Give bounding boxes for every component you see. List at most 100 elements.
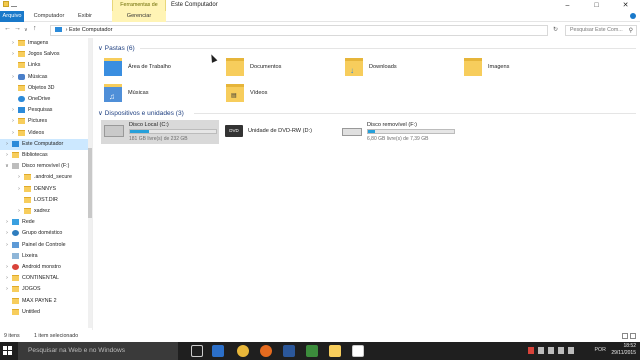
app-icon[interactable]: [306, 345, 318, 357]
nav-item[interactable]: › xadrez: [0, 206, 92, 217]
nav-item[interactable]: › Músicas: [0, 72, 92, 83]
edge-icon[interactable]: [212, 345, 224, 357]
expand-chevron-icon[interactable]: ›: [10, 49, 16, 60]
expand-chevron-icon[interactable]: ›: [10, 105, 16, 116]
expand-chevron-icon[interactable]: ›: [4, 284, 10, 295]
tray-app-icon[interactable]: [528, 347, 534, 354]
expand-chevron-icon[interactable]: ›: [16, 206, 22, 217]
nav-item[interactable]: › Jogos Salvos: [0, 49, 92, 60]
folder-icon[interactable]: [3, 1, 9, 7]
documents-folder-icon: [226, 58, 244, 76]
expand-chevron-icon[interactable]: ›: [10, 128, 16, 139]
forward-icon[interactable]: →: [14, 25, 21, 32]
folder-tile-desktop[interactable]: Área de Trabalho: [104, 56, 214, 82]
folder-tile-videos[interactable]: ▤ Vídeos: [226, 82, 336, 108]
nav-item[interactable]: › Bibliotecas: [0, 150, 92, 161]
expand-chevron-icon[interactable]: ›: [10, 38, 16, 49]
file-explorer-icon[interactable]: [329, 345, 341, 357]
expand-chevron-icon[interactable]: ›: [10, 116, 16, 127]
tab-file[interactable]: Arquivo: [0, 11, 24, 22]
navigation-scrollbar[interactable]: [88, 38, 92, 328]
tab-view[interactable]: Exibir: [74, 11, 96, 22]
expand-chevron-icon[interactable]: ›: [4, 139, 10, 150]
minimize-icon[interactable]: –: [553, 0, 582, 11]
details-view-icon[interactable]: [622, 333, 628, 339]
folder-icon: [24, 208, 31, 214]
folder-tile-music[interactable]: ♫ Músicas: [104, 82, 214, 108]
nav-item[interactable]: Links: [0, 60, 92, 71]
volume-icon[interactable]: [558, 347, 564, 354]
divider: [194, 113, 636, 114]
nav-item[interactable]: › Videos: [0, 128, 92, 139]
folder-label: Área de Trabalho: [128, 64, 171, 70]
expand-chevron-icon[interactable]: ›: [4, 228, 10, 239]
up-icon[interactable]: ↑: [33, 25, 37, 32]
app-icon[interactable]: [352, 345, 364, 357]
nav-item[interactable]: › CONTINENTAL: [0, 273, 92, 284]
windows-start-icon[interactable]: [3, 346, 13, 356]
expand-chevron-icon[interactable]: ›: [16, 172, 22, 183]
nav-item[interactable]: › Pesquisas: [0, 105, 92, 116]
address-bar[interactable]: › Este Computador: [50, 25, 548, 36]
help-icon[interactable]: [630, 13, 636, 19]
task-view-icon[interactable]: [191, 345, 203, 357]
tab-manage[interactable]: Gerenciar: [112, 11, 166, 22]
nav-item[interactable]: › Pictures: [0, 116, 92, 127]
nav-item[interactable]: ∨ Disco removível (F:): [0, 161, 92, 172]
nav-item[interactable]: › Rede: [0, 217, 92, 228]
nav-item[interactable]: Objetos 3D: [0, 83, 92, 94]
scrollbar-thumb[interactable]: [88, 148, 92, 218]
drive-usage-bar: [129, 129, 217, 134]
expand-chevron-icon[interactable]: ›: [4, 273, 10, 284]
folder-tile-downloads[interactable]: ↓ Downloads: [345, 56, 455, 82]
folder-tile-documents[interactable]: Documentos: [226, 56, 336, 82]
expand-chevron-icon[interactable]: ›: [4, 240, 10, 251]
large-icons-view-icon[interactable]: [630, 333, 636, 339]
expand-chevron-icon[interactable]: ›: [4, 262, 10, 273]
nav-item-label: Rede: [22, 219, 35, 226]
recent-locations-icon[interactable]: ∨: [24, 27, 28, 33]
expand-chevron-icon[interactable]: ›: [4, 217, 10, 228]
nav-item[interactable]: › Painel de Controle: [0, 240, 92, 251]
nav-item[interactable]: OneDrive: [0, 94, 92, 105]
nav-item[interactable]: Lixeira: [0, 251, 92, 262]
battery-icon[interactable]: [538, 347, 544, 354]
nav-item[interactable]: MAX PAYNE 2: [0, 296, 92, 307]
network-icon[interactable]: [548, 347, 554, 354]
notifications-icon[interactable]: [568, 347, 574, 354]
clock[interactable]: 18:52 29/11/2015: [611, 343, 636, 357]
back-icon[interactable]: ←: [4, 25, 11, 32]
folders-group-title[interactable]: ∨ Pastas (6): [98, 44, 135, 52]
expand-chevron-icon[interactable]: ›: [16, 184, 22, 195]
refresh-icon[interactable]: ↻: [553, 26, 558, 33]
nav-item[interactable]: › Grupo doméstico: [0, 228, 92, 239]
folder-tile-pictures[interactable]: Imagens: [464, 56, 574, 82]
expand-chevron-icon[interactable]: ›: [4, 150, 10, 161]
nav-item[interactable]: › Android monstro: [0, 262, 92, 273]
search-input[interactable]: Pesquisar Este Com... ⚲: [565, 25, 637, 36]
customize-toolbar-icon[interactable]: [11, 1, 17, 7]
tab-computer[interactable]: Computador: [30, 11, 68, 22]
nav-item[interactable]: LOST.DIR: [0, 195, 92, 206]
nav-item[interactable]: › Este Computador: [0, 138, 92, 150]
nav-item[interactable]: › JOGOS: [0, 284, 92, 295]
maximize-icon[interactable]: □: [582, 0, 611, 11]
nav-item[interactable]: › DENNYS: [0, 184, 92, 195]
close-icon[interactable]: ✕: [611, 0, 640, 11]
language-indicator[interactable]: POR: [595, 347, 606, 353]
expand-chevron-icon[interactable]: ∨: [4, 161, 10, 172]
nav-item[interactable]: Untitled: [0, 307, 92, 318]
drive-tile-f[interactable]: Disco removível (F:) 6,80 GB livre(s) de…: [339, 120, 457, 144]
chrome-icon[interactable]: [237, 345, 249, 357]
firefox-icon[interactable]: [260, 345, 272, 357]
nav-item[interactable]: › Imagens: [0, 38, 92, 49]
drive-tile-c[interactable]: Disco Local (C:) 181 GB livre(s) de 232 …: [101, 120, 219, 144]
drive-tile-d[interactable]: DVD Unidade de DVD-RW (D:): [222, 120, 340, 144]
selection-count: 1 item selecionado: [34, 333, 79, 339]
nav-item-label: Imagens: [28, 40, 49, 46]
drives-group-title[interactable]: ∨ Dispositivos e unidades (3): [98, 109, 184, 117]
nav-item[interactable]: › .android_secure: [0, 172, 92, 183]
taskbar-search-box[interactable]: Pesquisar na Web e no Windows: [18, 342, 178, 360]
word-icon[interactable]: [283, 345, 295, 357]
expand-chevron-icon[interactable]: ›: [10, 72, 16, 83]
